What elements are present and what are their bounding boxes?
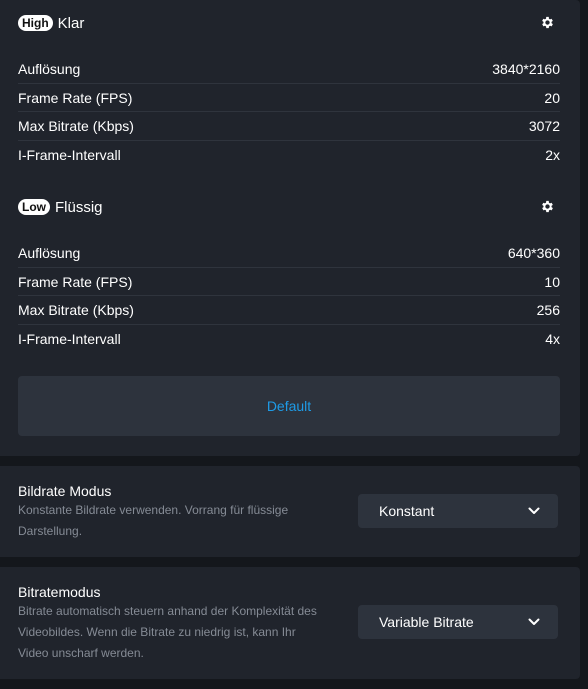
param-label: Max Bitrate (Kbps): [18, 302, 134, 319]
param-label: Max Bitrate (Kbps): [18, 118, 134, 135]
select-value: Variable Bitrate: [379, 614, 474, 630]
setting-description: Konstante Bildrate verwenden. Vorrang fü…: [18, 503, 289, 538]
table-row: Frame Rate (FPS) 20: [18, 84, 560, 113]
table-row: Frame Rate (FPS) 10: [18, 268, 560, 297]
quality-badge-high: High: [18, 15, 53, 31]
chevron-down-icon: [528, 507, 540, 514]
frame-rate-mode-select[interactable]: Konstant: [358, 494, 558, 528]
stream-header-high: High Klar: [18, 13, 560, 33]
param-value: 640*360: [507, 244, 560, 261]
stream-title-high: Klar: [57, 14, 85, 32]
param-value: 3072: [528, 118, 560, 135]
quality-badge-low: Low: [18, 199, 50, 215]
default-button[interactable]: Default: [18, 376, 560, 436]
param-value: 2x: [545, 146, 560, 163]
table-row: Max Bitrate (Kbps) 3072: [18, 112, 560, 142]
bitrate-control-card: Bitratemodus Bitrate automatisch steuern…: [0, 567, 580, 679]
param-value: 3840*2160: [492, 60, 560, 77]
stream-settings-card: High Klar Auflösung 3840*2160 Frame Rate…: [0, 0, 580, 456]
setting-title: Bildrate Modus: [18, 483, 112, 499]
gear-icon[interactable]: [540, 15, 555, 30]
param-label: I-Frame-Intervall: [18, 330, 121, 347]
param-label: Auflösung: [18, 60, 81, 77]
param-value: 4x: [545, 330, 560, 347]
param-label: Auflösung: [18, 244, 81, 261]
param-value: 256: [536, 302, 560, 319]
stream-params-low: Auflösung 640*360 Frame Rate (FPS) 10 Ma…: [18, 239, 560, 353]
stream-title-low: Flüssig: [55, 198, 103, 216]
stream-header-low: Low Flüssig: [18, 197, 560, 217]
bitrate-mode-select[interactable]: Variable Bitrate: [358, 605, 558, 639]
table-row: Auflösung 640*360: [18, 239, 560, 268]
select-value: Konstant: [379, 503, 435, 519]
gear-icon[interactable]: [540, 199, 555, 214]
bitrate-mode-card: Bildrate Modus Konstante Bildrate verwen…: [0, 466, 580, 557]
table-row: Auflösung 3840*2160: [18, 55, 560, 84]
setting-description: Bitrate automatisch steuern anhand der K…: [18, 604, 317, 660]
table-row: Max Bitrate (Kbps) 256: [18, 296, 560, 326]
param-label: I-Frame-Intervall: [18, 146, 121, 163]
param-label: Frame Rate (FPS): [18, 273, 133, 290]
chevron-down-icon: [528, 618, 540, 625]
table-row: I-Frame-Intervall 2x: [18, 141, 560, 169]
param-value: 10: [544, 273, 560, 290]
param-value: 20: [544, 89, 560, 106]
param-label: Frame Rate (FPS): [18, 89, 133, 106]
table-row: I-Frame-Intervall 4x: [18, 325, 560, 353]
stream-params-high: Auflösung 3840*2160 Frame Rate (FPS) 20 …: [18, 55, 560, 169]
setting-title: Bitratemodus: [18, 584, 101, 600]
